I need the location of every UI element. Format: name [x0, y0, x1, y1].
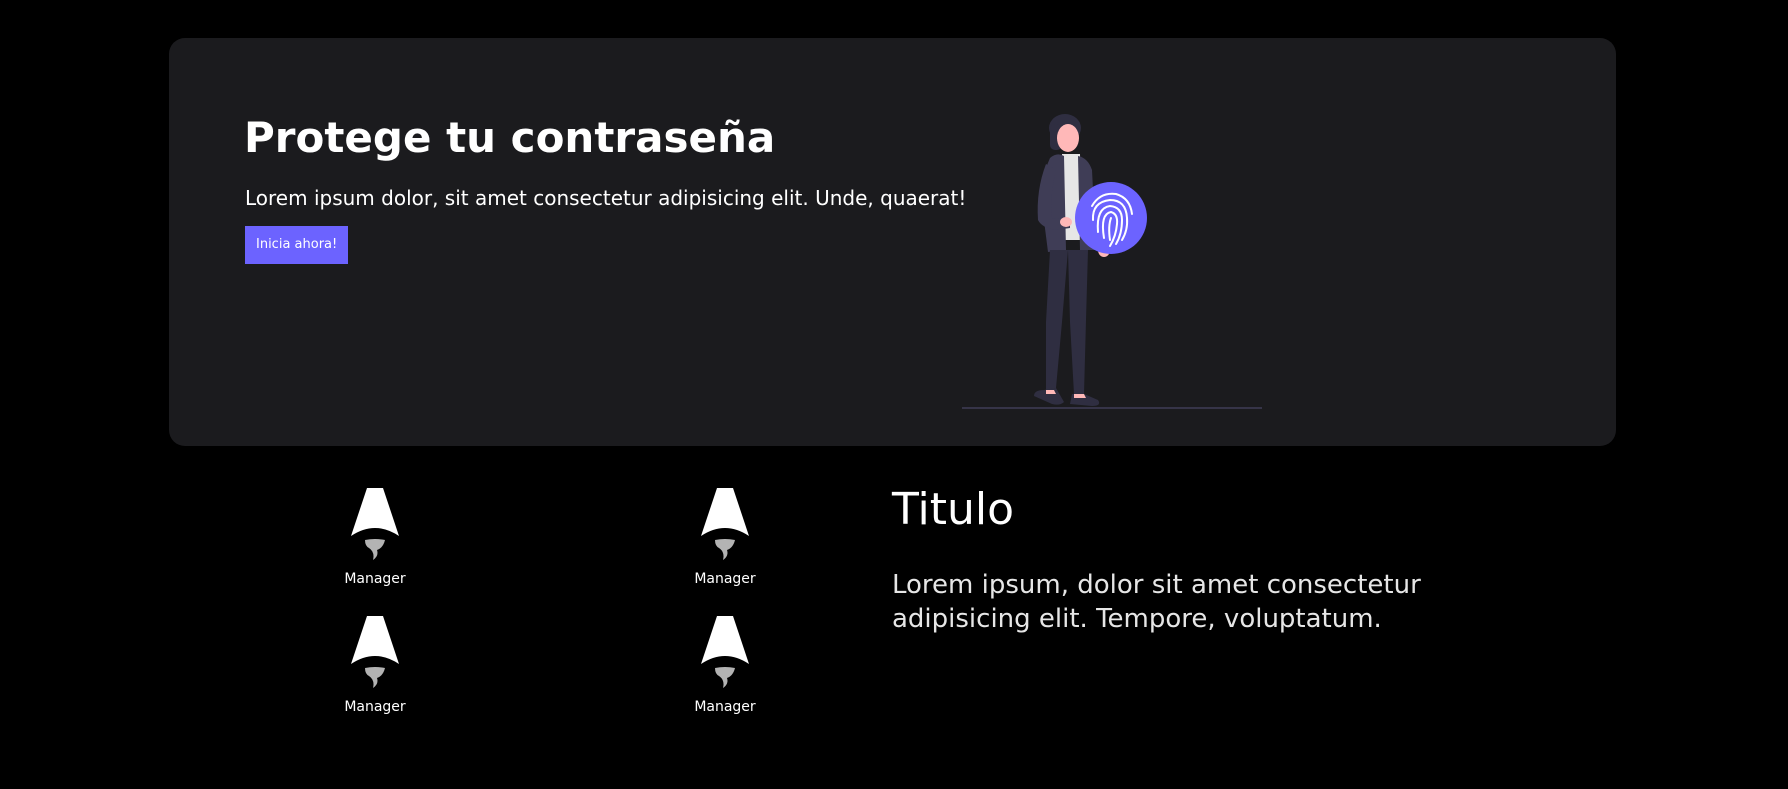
person-leg-left [1046, 250, 1068, 390]
start-now-button[interactable]: Inicia ahora! [245, 226, 349, 264]
feature-item: Manager [290, 488, 460, 606]
fingerprint-person-illustration [962, 114, 1262, 409]
info-text: Lorem ipsum, dolor sit amet consectetur … [892, 570, 1421, 634]
hero-subtitle: Lorem ipsum dolor, sit amet consectetur … [245, 186, 967, 210]
astro-logo-icon [351, 488, 399, 560]
hero-card: Protege tu contraseña Lorem ipsum dolor,… [169, 38, 1616, 446]
feature-item: Manager [290, 616, 460, 734]
astro-logo-icon [701, 488, 749, 560]
feature-label: Manager [694, 699, 756, 715]
hero-title: Protege tu contraseña [244, 113, 776, 162]
astro-logo-icon [701, 616, 749, 688]
feature-label: Manager [694, 571, 756, 587]
info-title: Titulo [892, 484, 1015, 535]
person-face [1057, 124, 1079, 152]
person-leg-right [1068, 250, 1088, 394]
person-hand [1060, 217, 1072, 227]
astro-logo-icon [351, 616, 399, 688]
feature-label: Manager [344, 699, 406, 715]
feature-item: Manager [640, 616, 810, 734]
feature-label: Manager [344, 571, 406, 587]
feature-item: Manager [640, 488, 810, 606]
